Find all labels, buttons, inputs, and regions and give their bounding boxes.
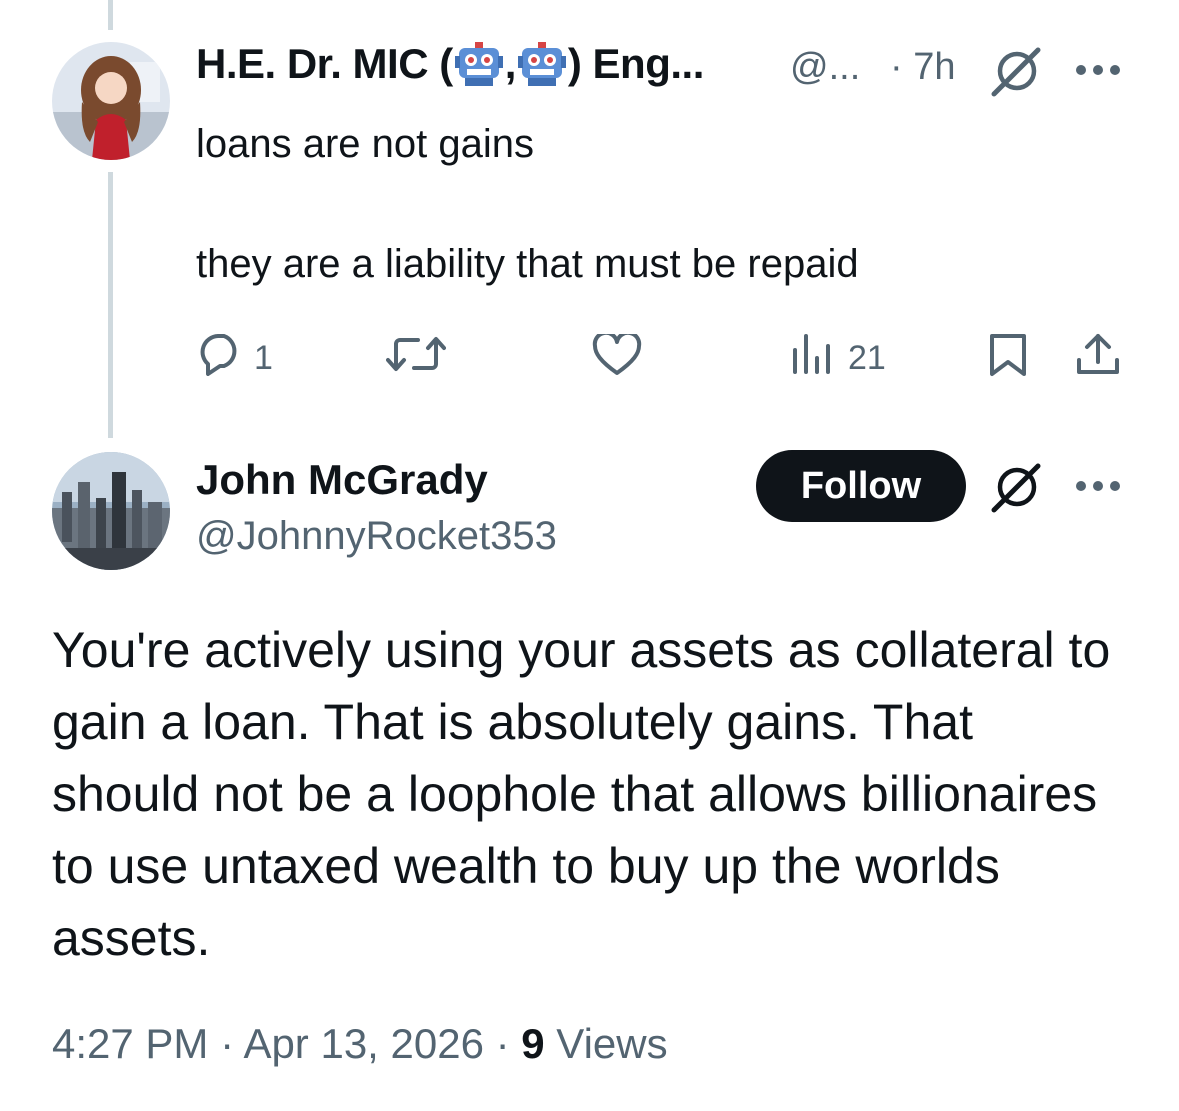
display-name-prefix: H.E. Dr. MIC ( xyxy=(196,40,453,87)
tweet-text: You're actively using your assets as col… xyxy=(52,622,1111,966)
more-icon[interactable] xyxy=(1074,478,1122,499)
share-button[interactable] xyxy=(1074,330,1122,383)
robot-emoji-icon xyxy=(454,42,503,86)
thread-connector-top xyxy=(108,0,113,30)
author-handle[interactable]: @JohnnyRocket353 xyxy=(196,514,557,559)
views-icon xyxy=(790,332,834,385)
tweet-date[interactable]: Apr 13, 2026 xyxy=(243,1020,484,1067)
grok-icon[interactable] xyxy=(990,460,1044,519)
grok-icon[interactable] xyxy=(990,44,1044,103)
parent-timestamp[interactable]: · 7h xyxy=(890,46,955,89)
parent-avatar[interactable] xyxy=(52,42,170,160)
author-avatar[interactable] xyxy=(52,452,170,570)
meta-separator: · xyxy=(208,1020,244,1067)
bookmark-icon xyxy=(988,332,1028,383)
reply-icon xyxy=(198,332,244,385)
tweet-metadata: 4:27 PM · Apr 13, 2026 · 9 Views xyxy=(52,1020,668,1068)
reply-button[interactable]: 1 xyxy=(198,332,273,385)
parent-display-name[interactable]: H.E. Dr. MIC ( , ) Eng... xyxy=(196,40,704,88)
meta-separator: · xyxy=(483,1020,522,1067)
retweet-button[interactable] xyxy=(386,334,446,379)
parent-tweet-text: loans are not gains they are a liability… xyxy=(196,114,859,294)
tweet-time[interactable]: 4:27 PM xyxy=(52,1020,208,1067)
like-button[interactable] xyxy=(592,330,642,381)
share-icon xyxy=(1074,330,1122,383)
robot-emoji-icon xyxy=(517,42,566,86)
views-count: 21 xyxy=(848,339,886,377)
views-count: 9 xyxy=(521,1020,545,1067)
views-label: Views xyxy=(544,1020,668,1067)
parent-handle[interactable]: @... xyxy=(790,46,860,89)
follow-button[interactable]: Follow xyxy=(756,450,966,522)
author-display-name[interactable]: John McGrady xyxy=(196,456,488,504)
parent-text-line: loans are not gains xyxy=(196,122,535,166)
like-icon xyxy=(592,330,642,381)
display-name-sep: , xyxy=(504,40,517,87)
thread-connector xyxy=(108,172,113,438)
retweet-icon xyxy=(386,334,446,379)
views-button[interactable]: 21 xyxy=(790,332,886,385)
parent-text-line: they are a liability that must be repaid xyxy=(196,242,859,286)
reply-count: 1 xyxy=(254,339,273,377)
more-icon[interactable] xyxy=(1074,62,1122,83)
display-name-suffix: ) Eng... xyxy=(567,40,705,87)
bookmark-button[interactable] xyxy=(988,332,1028,383)
